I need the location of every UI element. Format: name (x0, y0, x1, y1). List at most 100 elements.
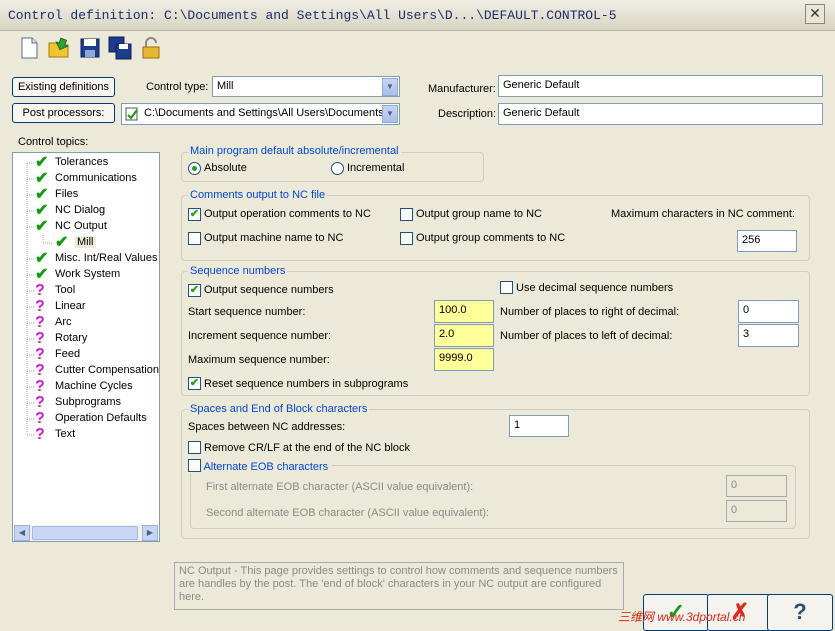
tree-item-label: Cutter Compensation (55, 364, 159, 376)
tree-item-label: Work System (55, 268, 121, 280)
manufacturer-field[interactable]: Generic Default (498, 75, 823, 97)
alternate-eob-checkbox[interactable] (188, 459, 201, 472)
scroll-thumb[interactable] (32, 526, 138, 540)
increment-seq-field[interactable]: 2.0 (434, 324, 494, 347)
question-icon: ? (35, 314, 45, 331)
max-chars-field[interactable]: 256 (737, 230, 797, 252)
machine-name-label: Output machine name to NC (204, 232, 344, 244)
tree-item-label: Linear (55, 300, 86, 312)
check-icon: ✔ (55, 234, 69, 251)
first-eob-label: First alternate EOB character (ASCII val… (206, 481, 474, 493)
incremental-radio[interactable] (331, 162, 344, 175)
question-icon: ? (35, 378, 45, 395)
check-icon: ✔ (35, 218, 49, 235)
title-bar: Control definition: C:\Documents and Set… (0, 0, 835, 31)
right-decimal-label: Number of places to right of decimal: (500, 306, 680, 318)
start-seq-field[interactable]: 100.0 (434, 300, 494, 323)
incremental-label: Incremental (347, 162, 405, 174)
op-comments-checkbox[interactable]: ✔ (188, 208, 201, 221)
check-icon: ✔ (35, 266, 49, 283)
control-topics-tree[interactable]: ✔ Tolerances ✔ Communications ✔ Files ✔ NC D… (12, 152, 160, 542)
control-topics-label: Control topics: (18, 136, 89, 148)
group-name-checkbox[interactable] (400, 208, 413, 221)
first-eob-field[interactable]: 0 (726, 475, 787, 497)
comments-group (181, 195, 810, 261)
open-folder-icon[interactable] (47, 36, 71, 60)
tree-item-label: NC Dialog (55, 204, 106, 216)
absolute-radio[interactable] (188, 162, 201, 175)
tree-item-label: Rotary (55, 332, 88, 344)
description-label: Description: (438, 108, 497, 120)
comments-title: Comments output to NC file (188, 189, 328, 201)
question-icon: ? (35, 346, 45, 363)
window-title: Control definition: C:\Documents and Set… (8, 8, 617, 23)
question-icon: ? (35, 330, 45, 347)
tree-item-label: Text (55, 428, 76, 440)
group-comments-label: Output group comments to NC (416, 232, 566, 244)
existing-definitions-button[interactable]: Existing definitions (12, 77, 115, 97)
left-decimal-field[interactable]: 3 (738, 324, 799, 347)
reset-seq-checkbox[interactable]: ✔ (188, 377, 201, 390)
max-seq-field[interactable]: 9999.0 (434, 348, 494, 371)
chevron-down-icon[interactable]: ▼ (382, 105, 398, 123)
close-button[interactable]: ✕ (805, 4, 825, 24)
tree-item-label: Arc (55, 316, 72, 328)
op-comments-label: Output operation comments to NC (204, 208, 371, 220)
check-icon: ✔ (35, 250, 49, 267)
tree-item-label: Feed (55, 348, 81, 360)
description-field[interactable]: Generic Default (498, 103, 823, 125)
scroll-left-icon[interactable]: ◀ (14, 525, 30, 541)
check-icon: ✔ (35, 202, 49, 219)
start-seq-label: Start sequence number: (188, 306, 306, 318)
post-processors-button[interactable]: Post processors: (12, 103, 115, 123)
second-eob-label: Second alternate EOB character (ASCII va… (206, 507, 490, 519)
question-icon: ? (35, 426, 45, 443)
manufacturer-label: Manufacturer: (428, 83, 496, 95)
machine-name-checkbox[interactable] (188, 232, 201, 245)
question-icon: ? (35, 362, 45, 379)
remove-crlf-label: Remove CR/LF at the end of the NC block (204, 442, 411, 454)
document-check-icon (125, 107, 139, 121)
control-type-label: Control type: (146, 81, 209, 93)
alternate-eob-label: Alternate EOB characters (203, 461, 329, 473)
check-icon: ✔ (35, 170, 49, 187)
spaces-label: Spaces between NC addresses: (188, 421, 346, 433)
alternate-eob-header: Alternate EOB characters (186, 459, 333, 473)
tree-item-label: Mill (75, 236, 96, 248)
watermark: 三维网 www.3dportal.cn (618, 610, 746, 624)
post-path-select[interactable]: C:\Documents and Settings\All Users\Docu… (121, 103, 400, 125)
scroll-right-icon[interactable]: ▶ (142, 525, 158, 541)
new-file-icon[interactable] (17, 36, 41, 60)
second-eob-field[interactable]: 0 (726, 500, 787, 522)
use-decimal-label: Use decimal sequence numbers (516, 282, 674, 294)
sequence-title: Sequence numbers (188, 265, 288, 277)
group-name-label: Output group name to NC (416, 208, 542, 220)
tree-item-label: NC Output (55, 220, 107, 232)
question-icon: ? (793, 599, 807, 624)
tree-item-label: Tolerances (55, 156, 109, 168)
check-icon: ✔ (35, 154, 49, 171)
output-seq-checkbox[interactable]: ✔ (188, 284, 201, 297)
question-icon: ? (35, 298, 45, 315)
output-seq-label: Output sequence numbers (204, 284, 334, 296)
max-seq-label: Maximum sequence number: (188, 354, 330, 366)
right-decimal-field[interactable]: 0 (738, 300, 799, 323)
save-as-icon[interactable] (108, 36, 132, 60)
use-decimal-checkbox[interactable] (500, 281, 513, 294)
help-button[interactable]: ? (767, 594, 833, 631)
horizontal-scrollbar[interactable]: ◀ ▶ (14, 525, 158, 541)
chevron-down-icon[interactable]: ▼ (382, 78, 398, 96)
lock-icon[interactable] (139, 36, 163, 60)
save-icon[interactable] (78, 36, 102, 60)
tree-item-label: Subprograms (55, 396, 122, 408)
question-icon: ? (35, 410, 45, 427)
group-comments-checkbox[interactable] (400, 232, 413, 245)
spaces-field[interactable]: 1 (509, 415, 569, 437)
remove-crlf-checkbox[interactable] (188, 441, 201, 454)
question-icon: ? (35, 282, 45, 299)
left-decimal-label: Number of places to left of decimal: (500, 330, 673, 342)
post-path-value: C:\Documents and Settings\All Users\Docu… (144, 107, 384, 119)
control-type-select[interactable]: Mill ▼ (212, 76, 400, 97)
eob-title: Spaces and End of Block characters (188, 403, 370, 415)
tree-item-label: Machine Cycles (55, 380, 133, 392)
